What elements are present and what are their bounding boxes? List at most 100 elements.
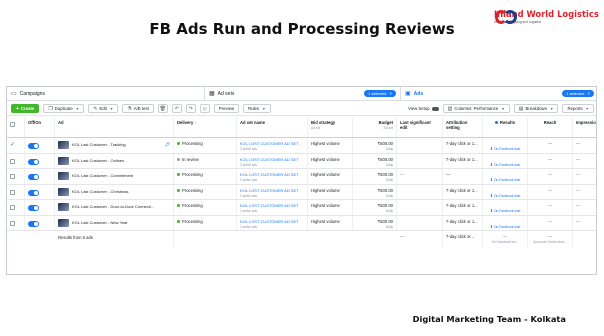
plus-icon: + xyxy=(16,105,19,112)
ad-cell[interactable]: KOL Last Customer - Onlines xyxy=(55,153,174,168)
ads-manager-window: ▭ Campaigns ▦ Ad sets 1 selected × ▣ Ads … xyxy=(6,86,597,275)
tab-ads[interactable]: ▣ Ads 1 selected × xyxy=(401,87,596,100)
results-cell: ⬇On-Facebook lead xyxy=(483,184,528,199)
tab-campaigns[interactable]: ▭ Campaigns xyxy=(7,87,205,100)
header-last-edit[interactable]: Last significant edit xyxy=(397,117,443,137)
row-checkbox[interactable] xyxy=(7,169,25,184)
table-row[interactable]: KOL Last Customer - Commitment Processing… xyxy=(7,169,596,185)
breakdown-button[interactable]: ▤ Breakdown ▼ xyxy=(513,104,559,113)
reach-value: — xyxy=(547,203,553,208)
slide-footer: Digital Marketing Team - Kolkata xyxy=(412,314,566,324)
adset-cell[interactable]: KOL LOST CUSTOMER AD SET 2 active ads xyxy=(237,138,308,153)
ad-cell[interactable]: KOL Last Customer - New Year xyxy=(55,215,174,230)
last-edit-cell xyxy=(397,153,443,168)
bid-cell: Highest volume xyxy=(308,215,353,230)
ad-toggle[interactable] xyxy=(25,184,55,199)
ad-name[interactable]: KOL Last Customer - Tracking xyxy=(72,142,126,147)
ab-test-button[interactable]: ⚗ A/B test xyxy=(122,104,154,113)
ad-toggle[interactable] xyxy=(25,215,55,230)
delete-button[interactable]: 🗑︎ xyxy=(157,104,168,113)
adset-link[interactable]: KOL LOST CUSTOMER AD SET xyxy=(240,203,299,208)
table-row[interactable]: ✓ KOL Last Customer - Tracking 📌︎ Processin… xyxy=(7,138,596,154)
adset-sub: 2 active ads xyxy=(240,147,258,151)
ad-cell[interactable]: KOL Last Customer - Door-to-Door Connect… xyxy=(55,200,174,215)
lead-icon: ⬇ xyxy=(489,208,494,213)
header-offon[interactable]: Off/On xyxy=(25,117,55,137)
adset-link[interactable]: KOL LOST CUSTOMER AD SET xyxy=(240,141,299,146)
ad-name[interactable]: KOL Last Customer - Door-to-Door Connect… xyxy=(72,204,154,209)
ad-toggle[interactable] xyxy=(25,200,55,215)
row-checkbox[interactable] xyxy=(7,184,25,199)
pin-icon[interactable]: 📌︎ xyxy=(164,142,170,148)
adset-link[interactable]: KOL LOST CUSTOMER AD SET xyxy=(240,172,299,177)
ad-name[interactable]: KOL Last Customer - Christmas xyxy=(72,189,129,194)
ad-thumbnail xyxy=(58,218,69,227)
attribution-value: 7-day click or 1... xyxy=(446,156,478,162)
row-checkbox[interactable]: ✓ xyxy=(7,138,25,153)
table-row[interactable]: KOL Last Customer - New Year Processing KO… xyxy=(7,215,596,231)
edit-button[interactable]: ✎ Edit ▼ xyxy=(88,104,119,113)
ad-toggle[interactable] xyxy=(25,138,55,153)
redo-button[interactable]: ↷ xyxy=(185,104,196,113)
header-attribution[interactable]: Attribution setting xyxy=(443,117,483,137)
select-all-checkbox[interactable] xyxy=(7,117,25,137)
row-checkbox[interactable] xyxy=(7,153,25,168)
rules-button[interactable]: Rules ▼ xyxy=(243,104,271,113)
table-row[interactable]: KOL Last Customer - Onlines In review KOL … xyxy=(7,153,596,169)
header-adset-name[interactable]: Ad set name xyxy=(237,117,308,137)
header-delivery[interactable]: Delivery ↑ xyxy=(174,117,237,137)
header-budget[interactable]: Budget Ad set xyxy=(353,117,397,137)
row-checkbox[interactable] xyxy=(7,215,25,230)
table-row[interactable]: KOL Last Customer - Christmas Processing K… xyxy=(7,184,596,200)
ad-name[interactable]: KOL Last Customer - Onlines xyxy=(72,158,124,163)
budget-value: ₹500.00 xyxy=(377,187,393,193)
header-reach[interactable]: Reach xyxy=(528,117,573,137)
undo-button[interactable]: ↶ xyxy=(171,104,182,113)
ad-name[interactable]: KOL Last Customer - New Year xyxy=(72,220,128,225)
totals-label: Results from 6 ads xyxy=(55,231,174,247)
tab-adsets[interactable]: ▦ Ad sets 1 selected × xyxy=(205,87,401,100)
totals-reach: — Accounts Centre acco... xyxy=(528,231,573,247)
lead-icon: ⬇ xyxy=(489,161,494,167)
adset-cell[interactable]: KOL LOST CUSTOMER AD SET 2 active ads xyxy=(237,169,308,184)
adset-cell[interactable]: KOL LOST CUSTOMER AD SET 2 active ads xyxy=(237,215,308,230)
last-edit-cell xyxy=(397,184,443,199)
ad-name[interactable]: KOL Last Customer - Commitment xyxy=(72,173,133,178)
adset-link[interactable]: KOL LOST CUSTOMER AD SET xyxy=(240,188,299,193)
row-checkbox[interactable] xyxy=(7,200,25,215)
ad-thumbnail xyxy=(58,141,69,149)
adset-link[interactable]: KOL LOST CUSTOMER AD SET xyxy=(240,157,299,162)
adset-cell[interactable]: KOL LOST CUSTOMER AD SET 2 active ads xyxy=(237,153,308,168)
header-ad[interactable]: Ad xyxy=(55,117,174,137)
ad-cell[interactable]: KOL Last Customer - Commitment xyxy=(55,169,174,184)
ads-selected-pill[interactable]: 1 selected × xyxy=(562,90,594,97)
columns-button[interactable]: ▥ Columns: Performance ▼ xyxy=(442,104,510,113)
adsets-selected-pill[interactable]: 1 selected × xyxy=(364,90,396,97)
ad-cell[interactable]: KOL Last Customer - Tracking 📌︎ xyxy=(55,138,174,153)
header-bid-strategy[interactable]: Bid strategy Ad set xyxy=(308,117,353,137)
ad-toggle[interactable] xyxy=(25,169,55,184)
header-bid-label: Bid strategy xyxy=(311,120,336,125)
header-results[interactable]: Results xyxy=(483,117,528,137)
reports-button[interactable]: Reports ▼ xyxy=(562,104,594,113)
ad-toggle[interactable] xyxy=(25,153,55,168)
reports-label: Reports xyxy=(567,106,583,111)
tag-button[interactable]: ◇ xyxy=(199,104,210,113)
clear-icon[interactable]: × xyxy=(587,91,590,96)
grid-icon: ▦ xyxy=(209,91,215,97)
adset-link[interactable]: KOL LOST CUSTOMER AD SET xyxy=(240,219,299,224)
ad-cell[interactable]: KOL Last Customer - Christmas xyxy=(55,184,174,199)
adset-cell[interactable]: KOL LOST CUSTOMER AD SET 2 active ads xyxy=(237,184,308,199)
budget-value: ₹500.00 xyxy=(377,156,393,162)
table-header: Off/On Ad Delivery ↑ Ad set name Bid str… xyxy=(7,117,596,138)
view-setup-toggle[interactable]: View Setup xyxy=(408,106,439,111)
clear-icon[interactable]: × xyxy=(389,91,392,96)
adset-cell[interactable]: KOL LOST CUSTOMER AD SET 2 active ads xyxy=(237,200,308,215)
create-button[interactable]: + Create xyxy=(11,104,40,113)
duplicate-button[interactable]: ❐ Duplicate ▼ xyxy=(43,104,85,113)
header-impressions[interactable]: Impressio xyxy=(573,117,596,137)
ab-test-label: A/B test xyxy=(133,106,149,111)
table-row[interactable]: KOL Last Customer - Door-to-Door Connect… xyxy=(7,200,596,216)
budget-value: ₹500.00 xyxy=(377,218,393,224)
preview-button[interactable]: Preview xyxy=(213,104,240,113)
